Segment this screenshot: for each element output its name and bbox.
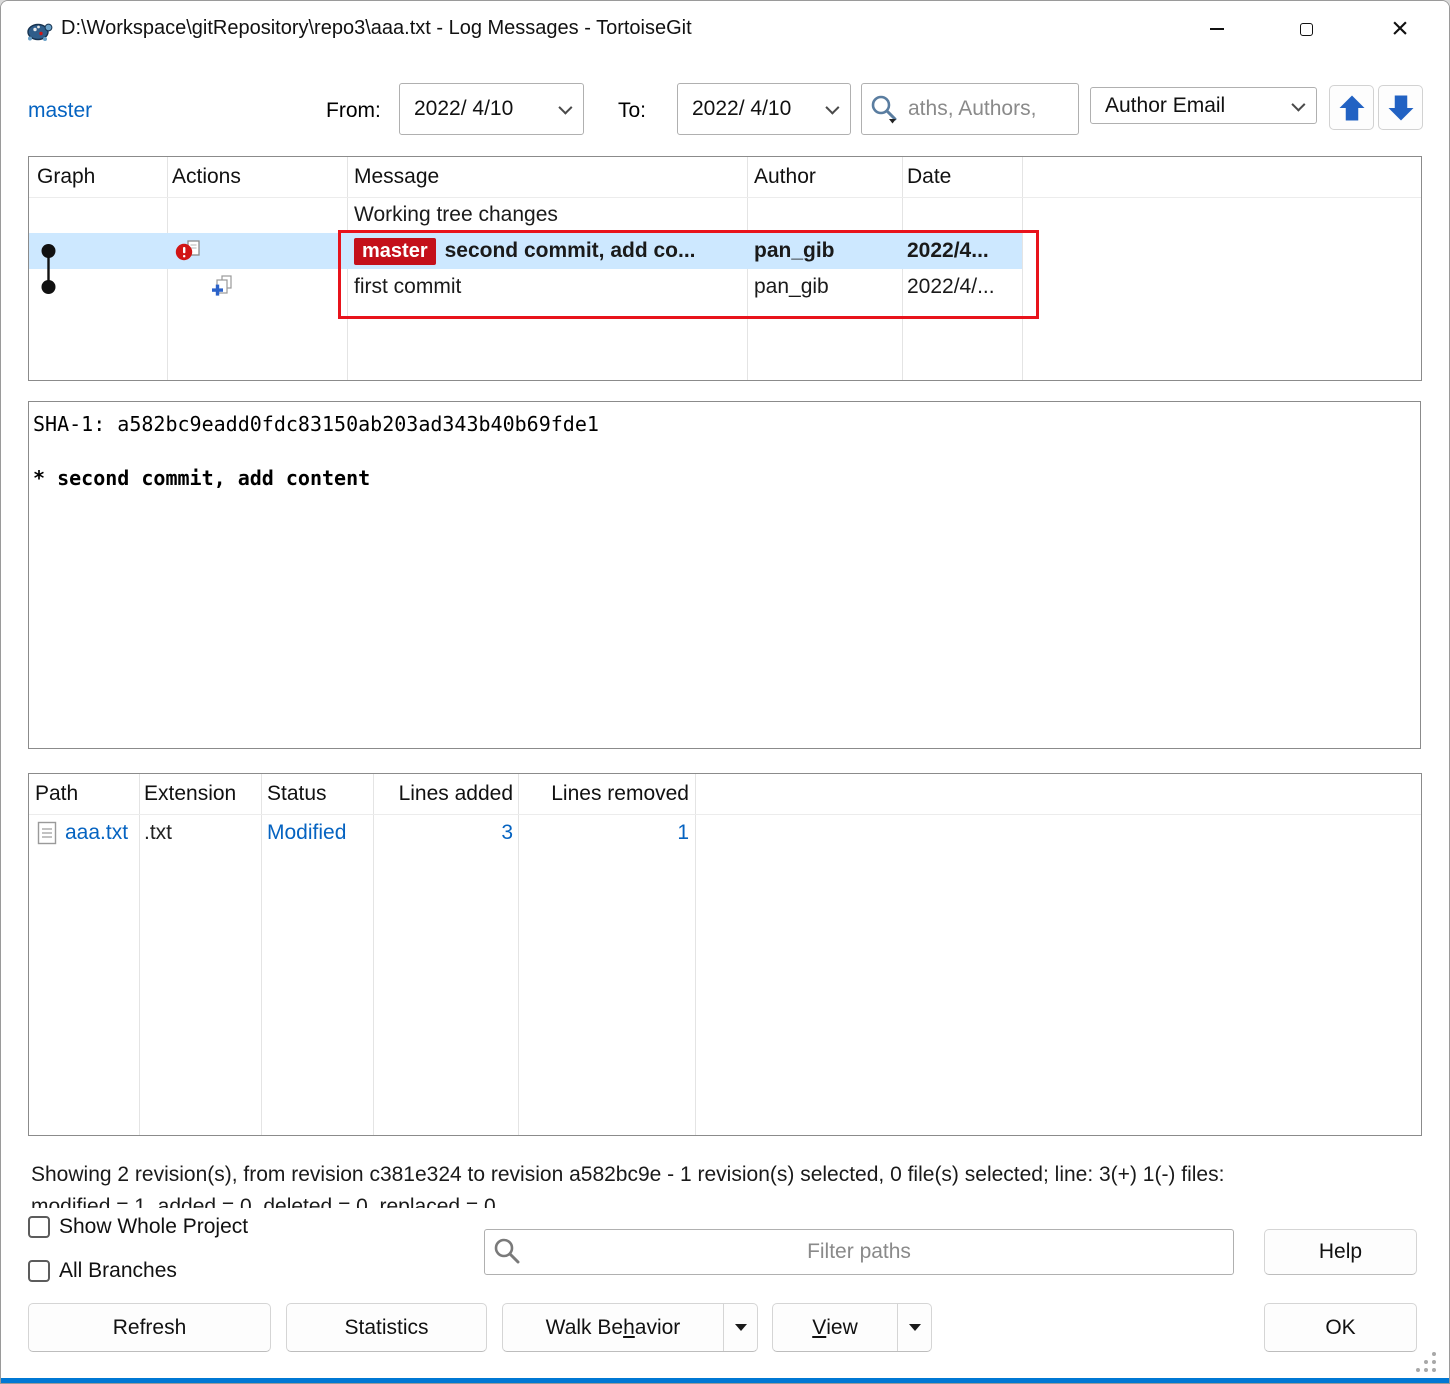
commit-author: pan_gib — [754, 233, 899, 269]
branch-badge: master — [354, 238, 436, 265]
column-header-extension[interactable]: Extension — [144, 774, 236, 814]
chevron-down-icon — [1291, 97, 1305, 111]
to-label: To: — [618, 99, 646, 123]
commit-sha-line: SHA-1: a582bc9eadd0fdc83150ab203ad343b40… — [33, 411, 1416, 438]
commit-message: second commit, add co... — [445, 239, 696, 263]
statistics-button[interactable]: Statistics — [286, 1303, 487, 1352]
minimize-icon — [1210, 28, 1224, 30]
navigate-down-button[interactable] — [1378, 85, 1423, 130]
walk-behavior-dropdown[interactable] — [723, 1304, 757, 1351]
file-row[interactable]: aaa.txt .txt Modified 3 1 — [29, 814, 1421, 852]
working-tree-row[interactable]: Working tree changes — [29, 197, 1421, 233]
status-text: Showing 2 revision(s), from revision c38… — [31, 1159, 1421, 1208]
current-branch-link[interactable]: master — [28, 99, 92, 123]
window-title: D:\Workspace\gitRepository\repo3\aaa.txt… — [61, 17, 692, 40]
file-status: Modified — [267, 814, 371, 852]
from-label: From: — [326, 99, 381, 123]
filter-paths-input[interactable] — [484, 1229, 1234, 1275]
log-search-input[interactable] — [861, 83, 1079, 135]
ok-button[interactable]: OK — [1264, 1303, 1417, 1352]
column-header-status[interactable]: Status — [267, 774, 327, 814]
commit-author: pan_gib — [754, 269, 899, 305]
maximize-icon — [1300, 23, 1313, 36]
show-whole-project-checkbox[interactable]: Show Whole Project — [28, 1215, 248, 1239]
commit-message: first commit — [354, 275, 461, 299]
log-messages-window: D:\Workspace\gitRepository\repo3\aaa.txt… — [0, 0, 1450, 1384]
file-lines-added: 3 — [373, 814, 513, 852]
maximize-button[interactable] — [1273, 1, 1339, 57]
file-icon — [37, 814, 63, 852]
checkbox-icon — [28, 1216, 50, 1238]
author-filter-dropdown[interactable]: Author Email — [1090, 87, 1317, 124]
column-header-lines-added[interactable]: Lines added — [373, 774, 513, 814]
dropdown-arrow-icon — [909, 1324, 921, 1331]
navigate-up-button[interactable] — [1329, 85, 1374, 130]
all-branches-checkbox[interactable]: All Branches — [28, 1259, 177, 1283]
resize-grip[interactable] — [1413, 1349, 1439, 1375]
help-button[interactable]: Help — [1264, 1229, 1417, 1275]
commit-detail-pane[interactable]: SHA-1: a582bc9eadd0fdc83150ab203ad343b40… — [28, 401, 1421, 749]
minimize-button[interactable] — [1184, 1, 1250, 57]
close-icon: × — [1391, 14, 1409, 44]
column-header-author[interactable]: Author — [754, 157, 816, 197]
window-accent-border — [1, 1378, 1449, 1383]
refresh-button[interactable]: Refresh — [28, 1303, 271, 1352]
arrow-up-icon — [1337, 93, 1367, 123]
close-button[interactable]: × — [1367, 1, 1433, 57]
file-path: aaa.txt — [65, 814, 137, 852]
chevron-down-icon — [558, 101, 572, 115]
commit-graph — [29, 157, 167, 380]
commit-date: 2022/4/... — [907, 269, 1019, 305]
checkbox-icon — [28, 1260, 50, 1282]
arrow-down-icon — [1386, 93, 1416, 123]
walk-behavior-label: Walk Behavior — [503, 1304, 723, 1351]
from-date-dropdown[interactable]: 2022/ 4/10 — [399, 83, 584, 135]
column-header-date[interactable]: Date — [907, 157, 951, 197]
file-lines-removed: 1 — [518, 814, 689, 852]
action-added-icon — [209, 269, 249, 305]
column-header-path[interactable]: Path — [35, 774, 78, 814]
filter-paths-box — [484, 1229, 1234, 1275]
title-bar: D:\Workspace\gitRepository\repo3\aaa.txt… — [1, 1, 1449, 59]
commit-date: 2022/4... — [907, 233, 1019, 269]
walk-behavior-button[interactable]: Walk Behavior — [502, 1303, 758, 1352]
dropdown-arrow-icon — [735, 1324, 747, 1331]
column-header-lines-removed[interactable]: Lines removed — [518, 774, 689, 814]
tortoisegit-app-icon — [25, 16, 53, 44]
file-extension: .txt — [144, 814, 254, 852]
view-dropdown[interactable] — [897, 1304, 931, 1351]
column-header-message[interactable]: Message — [354, 157, 439, 197]
action-modified-icon — [175, 233, 215, 269]
view-button[interactable]: View — [772, 1303, 932, 1352]
file-list: Path Extension Status Lines added Lines … — [28, 773, 1422, 1136]
view-label: View — [773, 1304, 897, 1351]
column-header-actions[interactable]: Actions — [172, 157, 241, 197]
commit-row-selected[interactable]: master second commit, add co... pan_gib … — [29, 233, 1421, 269]
chevron-down-icon — [825, 101, 839, 115]
commit-row[interactable]: first commit pan_gib 2022/4/... — [29, 269, 1421, 305]
commit-list: Graph Actions Message Author Date Workin… — [28, 156, 1422, 381]
to-date-dropdown[interactable]: 2022/ 4/10 — [677, 83, 851, 135]
commit-message-line: * second commit, add content — [33, 465, 1416, 492]
log-search-box — [861, 83, 1079, 135]
